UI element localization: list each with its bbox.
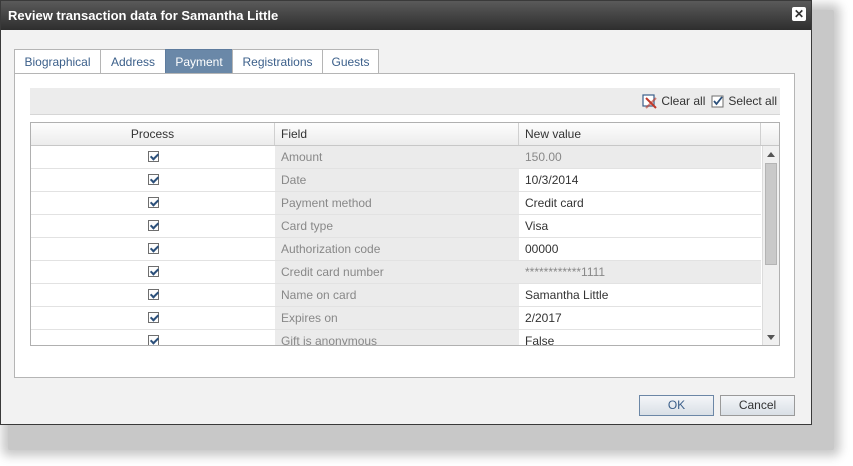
process-checkbox[interactable] bbox=[148, 220, 159, 231]
value-cell[interactable]: 2/2017 bbox=[519, 307, 761, 329]
payment-panel: Clear all Select all Process Field New v… bbox=[14, 73, 795, 378]
header-new-value[interactable]: New value bbox=[519, 123, 761, 145]
process-checkbox[interactable] bbox=[148, 312, 159, 323]
dialog-title: Review transaction data for Samantha Lit… bbox=[8, 8, 279, 23]
table-row: Authorization code 00000 bbox=[31, 238, 761, 261]
process-checkbox[interactable] bbox=[148, 266, 159, 277]
table-row: Amount 150.00 bbox=[31, 146, 761, 169]
select-all-icon bbox=[711, 95, 724, 108]
tab-guests[interactable]: Guests bbox=[322, 49, 379, 73]
value-cell: ************1111 bbox=[519, 261, 761, 283]
grid-rows: Amount 150.00 Date 10/3/2014 Payment met… bbox=[31, 146, 761, 345]
ok-button[interactable]: OK bbox=[639, 395, 714, 416]
tab-registrations[interactable]: Registrations bbox=[232, 49, 323, 73]
clear-all-button[interactable]: Clear all bbox=[642, 93, 705, 109]
close-icon[interactable]: ✕ bbox=[792, 7, 806, 21]
vertical-scrollbar[interactable] bbox=[762, 146, 779, 345]
field-cell: Name on card bbox=[275, 284, 519, 306]
tab-biographical[interactable]: Biographical bbox=[14, 49, 101, 73]
process-checkbox[interactable] bbox=[148, 289, 159, 300]
review-transaction-dialog: Review transaction data for Samantha Lit… bbox=[0, 0, 812, 425]
table-row: Payment method Credit card bbox=[31, 192, 761, 215]
table-row: Name on card Samantha Little bbox=[31, 284, 761, 307]
value-cell[interactable]: 10/3/2014 bbox=[519, 169, 761, 191]
table-row: Expires on 2/2017 bbox=[31, 307, 761, 330]
field-cell: Gift is anonymous bbox=[275, 330, 519, 345]
value-cell[interactable]: 00000 bbox=[519, 238, 761, 260]
field-cell: Credit card number bbox=[275, 261, 519, 283]
table-row: Date 10/3/2014 bbox=[31, 169, 761, 192]
process-checkbox[interactable] bbox=[148, 174, 159, 185]
table-row: Card type Visa bbox=[31, 215, 761, 238]
header-process[interactable]: Process bbox=[31, 123, 275, 145]
header-field[interactable]: Field bbox=[275, 123, 519, 145]
process-checkbox[interactable] bbox=[148, 151, 159, 162]
field-cell: Amount bbox=[275, 146, 519, 168]
select-all-label: Select all bbox=[728, 94, 778, 108]
grid-toolbar: Clear all Select all bbox=[30, 88, 780, 115]
value-cell[interactable]: Visa bbox=[519, 215, 761, 237]
field-cell: Date bbox=[275, 169, 519, 191]
value-cell[interactable]: Credit card bbox=[519, 192, 761, 214]
process-checkbox[interactable] bbox=[148, 335, 159, 345]
table-row: Gift is anonymous False bbox=[31, 330, 761, 345]
select-all-button[interactable]: Select all bbox=[711, 93, 777, 109]
cancel-button[interactable]: Cancel bbox=[720, 395, 795, 416]
scroll-down-icon[interactable] bbox=[767, 335, 775, 340]
value-cell[interactable]: False bbox=[519, 330, 761, 345]
process-checkbox[interactable] bbox=[148, 243, 159, 254]
process-checkbox[interactable] bbox=[148, 197, 159, 208]
field-cell: Card type bbox=[275, 215, 519, 237]
clear-all-label: Clear all bbox=[661, 94, 706, 108]
field-cell: Payment method bbox=[275, 192, 519, 214]
value-cell: 150.00 bbox=[519, 146, 761, 168]
field-cell: Authorization code bbox=[275, 238, 519, 260]
scroll-thumb[interactable] bbox=[765, 163, 777, 265]
grid-header: Process Field New value bbox=[31, 123, 779, 146]
scroll-up-icon[interactable] bbox=[767, 152, 775, 157]
title-bar: Review transaction data for Samantha Lit… bbox=[1, 1, 811, 30]
tab-address[interactable]: Address bbox=[100, 49, 166, 73]
tab-payment[interactable]: Payment bbox=[165, 49, 233, 73]
value-cell[interactable]: Samantha Little bbox=[519, 284, 761, 306]
field-cell: Expires on bbox=[275, 307, 519, 329]
clear-all-icon bbox=[642, 94, 657, 109]
review-grid: Process Field New value Amount 150.00 Da… bbox=[30, 122, 780, 346]
table-row: Credit card number ************1111 bbox=[31, 261, 761, 284]
